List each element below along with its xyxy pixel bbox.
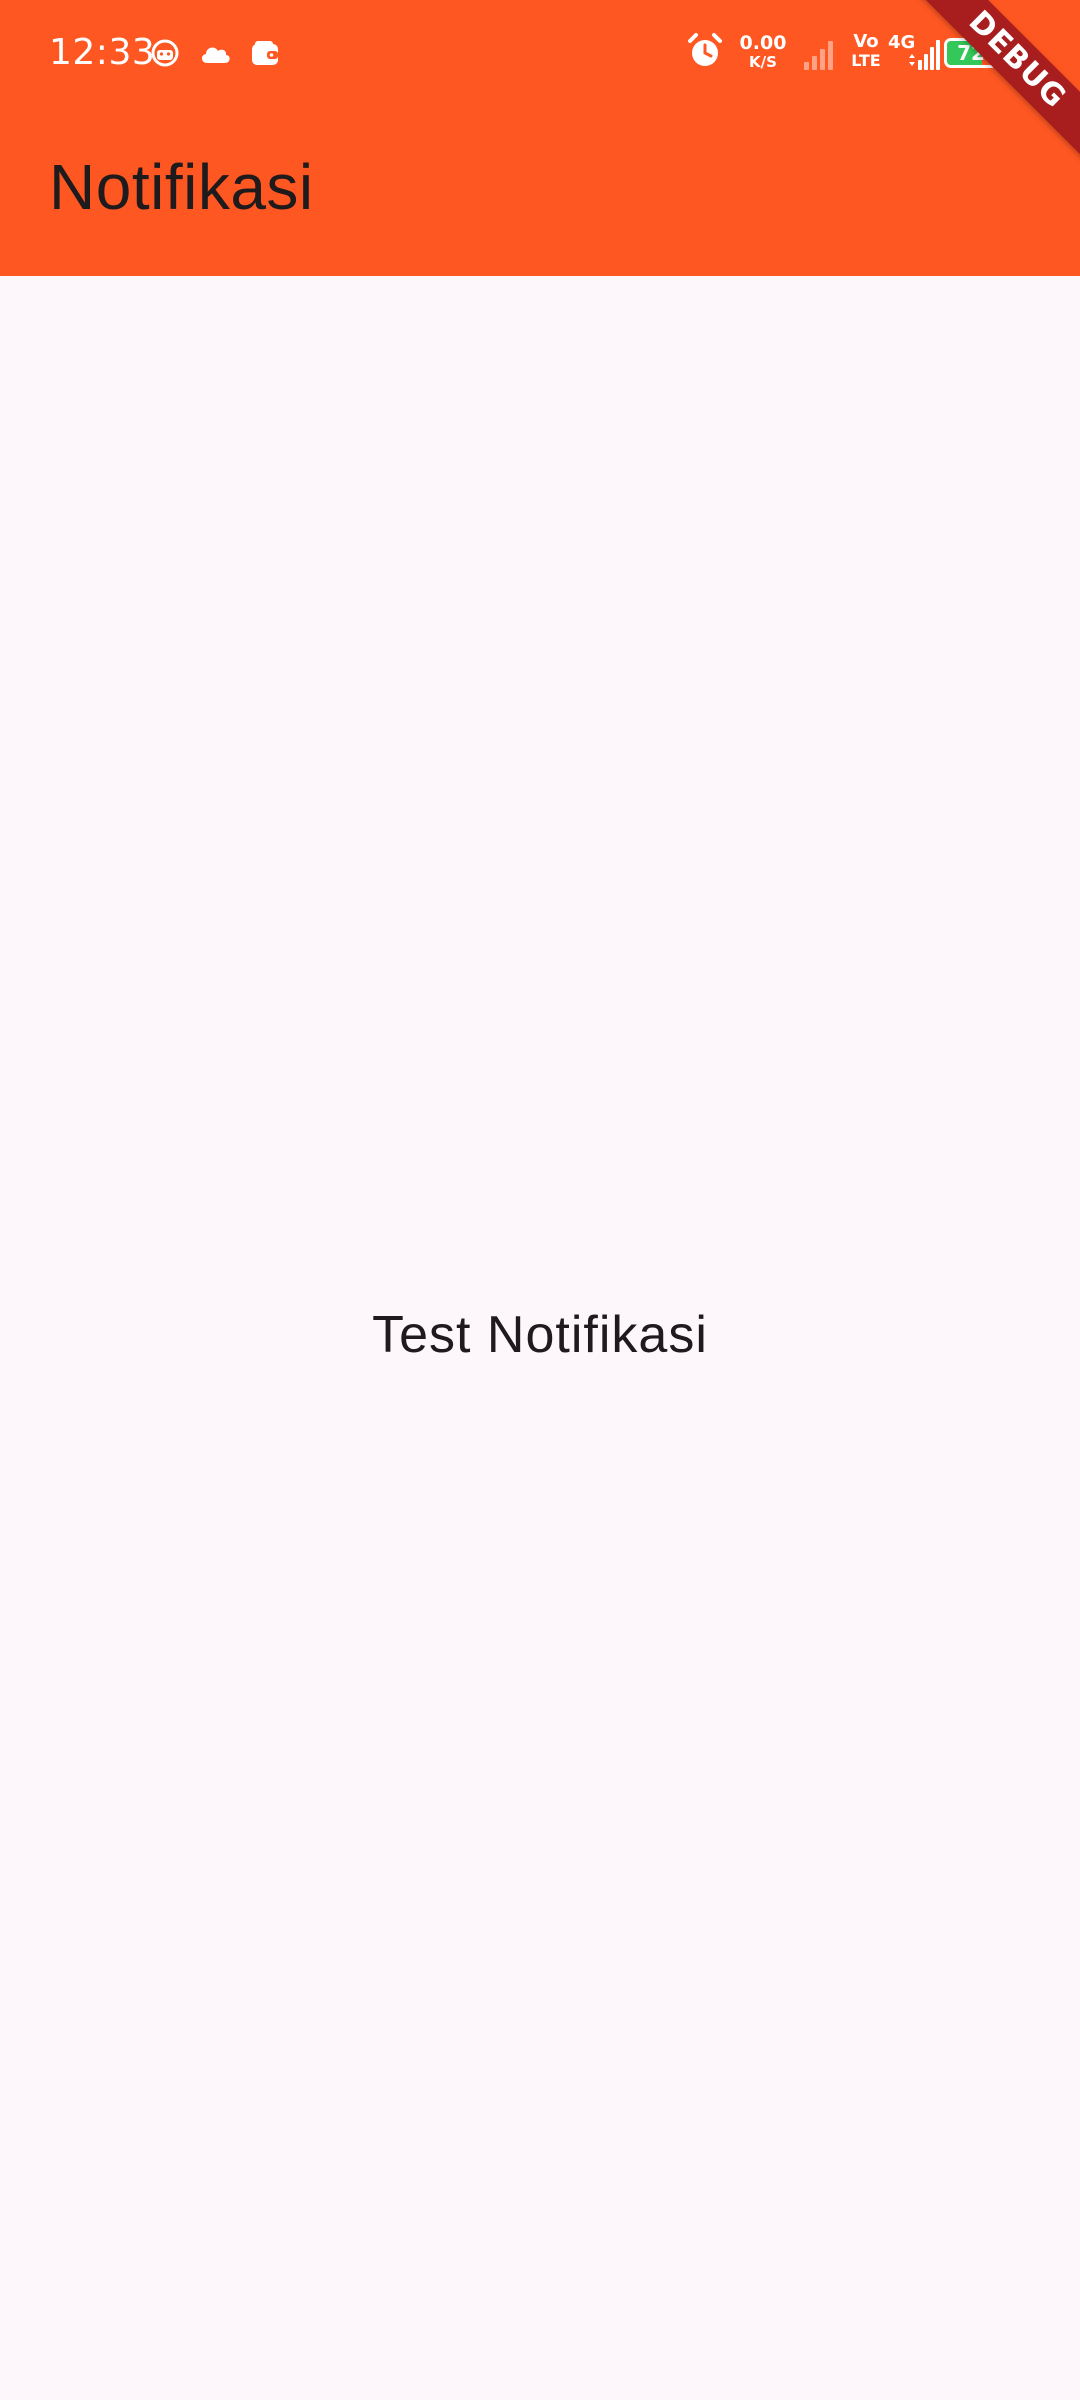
network-speed-value: 0.00 (739, 32, 787, 54)
network-speed-unit: K/S (749, 53, 777, 71)
page-title: Notifikasi (49, 151, 314, 223)
alarm-clock-icon (686, 32, 724, 74)
wallet-icon (250, 39, 280, 67)
signal-strength-icon-sim2 (908, 36, 944, 76)
android-robot-icon (150, 38, 180, 68)
signal-strength-icon-sim1 (802, 36, 838, 76)
app-bar: 12:33 0.00 K/S Vo LTE 4G 72 Notifikasi (0, 0, 1080, 276)
status-left-icons (150, 38, 280, 68)
volte-label-top: Vo (853, 31, 879, 52)
volte-indicator: Vo LTE (846, 32, 886, 70)
cloud-icon (198, 41, 232, 65)
status-bar: 12:33 0.00 K/S Vo LTE 4G 72 (0, 0, 1080, 108)
volte-label-bottom: LTE (851, 51, 881, 70)
status-time: 12:33 (49, 32, 156, 73)
app-screen: 12:33 0.00 K/S Vo LTE 4G 72 Notifikasi T… (0, 0, 1080, 2400)
notification-test-text: Test Notifikasi (372, 1306, 708, 1364)
network-speed: 0.00 K/S (736, 32, 790, 70)
